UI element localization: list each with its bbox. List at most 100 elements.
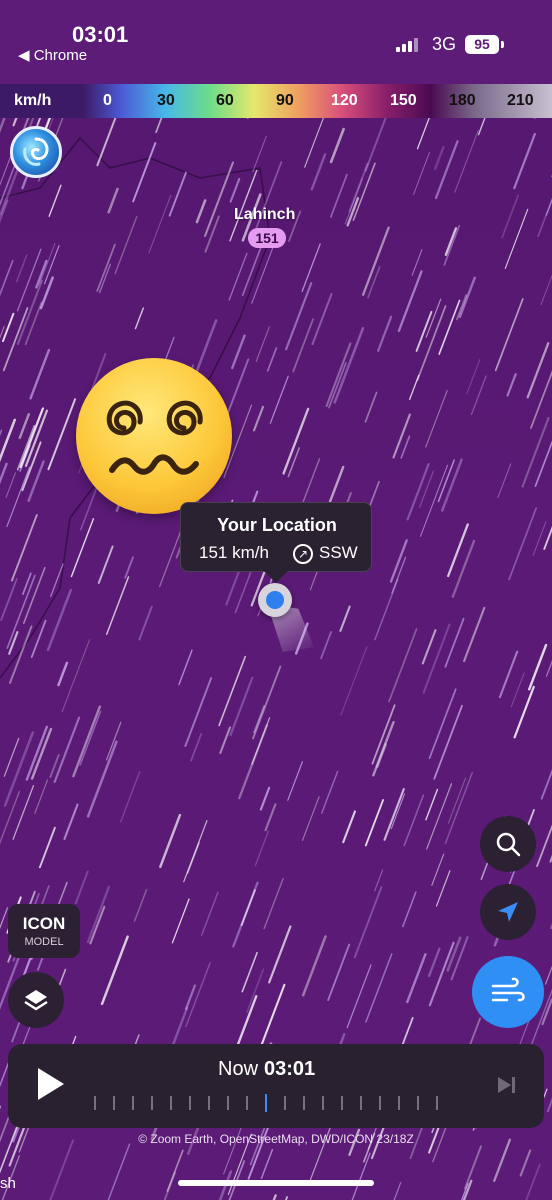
wind-streak [38, 826, 56, 869]
current-location-marker[interactable] [258, 583, 292, 617]
wind-streak [16, 248, 42, 312]
wind-streak [0, 118, 6, 134]
wind-streak [0, 418, 17, 463]
wind-streak [57, 661, 69, 687]
wind-streak [119, 771, 141, 823]
wind-streak [340, 646, 368, 716]
locate-me-button[interactable] [480, 884, 536, 940]
wind-streak [5, 472, 17, 499]
play-button[interactable] [34, 1066, 66, 1102]
back-to-app[interactable]: ◀ Chrome [18, 46, 87, 64]
timeline-tick[interactable] [436, 1096, 438, 1110]
wind-streak [61, 639, 91, 713]
wind-streak [39, 276, 54, 310]
model-selector-button[interactable]: ICON MODEL [8, 904, 80, 958]
timeline-tick[interactable] [417, 1096, 419, 1110]
timeline-current-tick[interactable] [265, 1094, 267, 1112]
wind-streak [0, 907, 8, 930]
wind-streak [419, 470, 435, 508]
wind-streak [3, 737, 20, 777]
wind-streak [525, 1163, 541, 1200]
timeline-tick[interactable] [94, 1096, 96, 1110]
timeline-tick[interactable] [246, 1096, 248, 1110]
place-speed-badge: 151 [248, 228, 286, 248]
wind-streak [254, 830, 269, 867]
timeline-tick[interactable] [379, 1096, 381, 1110]
wind-streak [287, 447, 300, 478]
legend-unit: km/h [14, 92, 52, 109]
wind-streak [282, 407, 310, 475]
direction-arrow-icon: ↗ [293, 544, 313, 564]
wind-streak [466, 358, 481, 395]
wind-map[interactable] [0, 118, 552, 1200]
wind-streak [470, 375, 487, 416]
timeline-tick[interactable] [170, 1096, 172, 1110]
search-button[interactable] [480, 816, 536, 872]
wind-streak [451, 539, 476, 598]
wind-streak [528, 643, 548, 691]
timeline-tick[interactable] [132, 1096, 134, 1110]
wind-streak [79, 710, 102, 766]
timeline-tick[interactable] [360, 1096, 362, 1110]
skip-forward-button[interactable] [496, 1074, 518, 1096]
wind-streak [402, 891, 417, 928]
wind-streak [241, 951, 258, 993]
wind-streak [361, 226, 390, 296]
location-tooltip[interactable]: Your Location 151 km/h ↗ SSW [180, 502, 372, 572]
wind-streak [47, 398, 77, 471]
timeline-tick[interactable] [227, 1096, 229, 1110]
wind-streak [0, 259, 14, 297]
wind-streak [444, 227, 458, 256]
wind-streak [97, 545, 114, 584]
wind-streak [30, 619, 47, 658]
app-logo-button[interactable] [10, 126, 62, 178]
wind-streak [8, 631, 19, 655]
timeline-tick[interactable] [208, 1096, 210, 1110]
wind-streak [19, 407, 44, 469]
wind-streak [260, 1148, 274, 1179]
status-bar: 03:01 ◀ Chrome 3G 95 [0, 0, 552, 84]
wind-streak [463, 1145, 482, 1190]
wind-streak [168, 171, 187, 217]
timeline-tick[interactable] [284, 1096, 286, 1110]
wind-streak [444, 771, 474, 844]
wind-streak [74, 870, 89, 905]
wind-streak [425, 389, 448, 448]
now-label: Now [218, 1058, 259, 1080]
place-name[interactable]: Lahinch [234, 206, 295, 224]
wind-streak [364, 118, 387, 172]
wind-streak [454, 129, 479, 193]
dizzy-face-emoji [76, 358, 232, 514]
wind-streak [134, 307, 144, 330]
wind-streak [546, 1097, 552, 1113]
wind-streak [421, 629, 437, 665]
timeline-tick[interactable] [151, 1096, 153, 1110]
timeline-tick[interactable] [322, 1096, 324, 1110]
wind-streak [545, 965, 552, 985]
timeline-tick[interactable] [303, 1096, 305, 1110]
wind-streak [105, 721, 122, 761]
timeline-tick[interactable] [341, 1096, 343, 1110]
wind-layer-button[interactable] [472, 956, 544, 1028]
wind-streak [2, 307, 29, 372]
wind-streak [234, 570, 252, 614]
wind-streak [508, 507, 538, 581]
timeline-tick[interactable] [113, 1096, 115, 1110]
wind-streak [543, 525, 552, 550]
timeline-tick[interactable] [189, 1096, 191, 1110]
wind-streak [329, 127, 345, 164]
wind-streak [246, 968, 265, 1014]
wind-streak [107, 1143, 131, 1200]
wind-streak [545, 198, 552, 216]
legend-tick: 90 [276, 92, 294, 109]
wind-streak [438, 299, 461, 355]
swirl-icon [23, 137, 49, 166]
home-indicator[interactable] [178, 1180, 374, 1186]
timeline-scrubber[interactable] [94, 1090, 454, 1114]
layers-button[interactable] [8, 972, 64, 1028]
wind-streak [268, 925, 292, 984]
legend-tick: 30 [157, 92, 175, 109]
timeline-tick[interactable] [398, 1096, 400, 1110]
search-icon [496, 832, 521, 857]
wind-streak [155, 118, 163, 134]
